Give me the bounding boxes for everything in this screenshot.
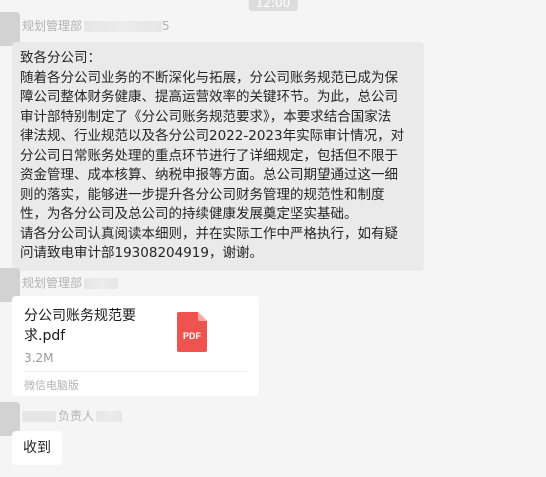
time-badge: 12:00 [248, 0, 298, 11]
file-name: 分公司账务规范要求.pdf [24, 308, 136, 344]
divider [24, 371, 247, 372]
message-bubble[interactable]: 致各分公司： 随着各分公司业务的不断深化与拓展，分公司账务规范已成为保 障公司整… [12, 42, 424, 271]
redacted-name [84, 278, 119, 289]
message-line: 资金管理、成本核算、纳税申报等方面。总公司期望通过这一细 [20, 167, 398, 183]
message-bubble[interactable]: 收到 [12, 431, 62, 465]
message-text: 收到 [23, 440, 51, 456]
message-line: 性，为各分公司及总公司的持续健康发展奠定坚实基础。 [20, 206, 358, 222]
avatar[interactable] [0, 12, 20, 46]
pdf-file-icon: PDF [177, 312, 207, 352]
message-line: 致各分公司： [20, 50, 101, 66]
message-line: 审计部特别制定了《分公司账务规范要求》，本要求结合国家法 [20, 108, 392, 125]
sender-name: 规划管理部 [22, 276, 119, 290]
file-source-label: 微信电脑版 [24, 379, 79, 392]
redacted-name [22, 411, 56, 422]
redacted-name [84, 21, 163, 32]
message-line: 律法规、行业规范以及各分公司2022-2023年实际审计情况，对 [20, 128, 405, 144]
message-line: 分公司日常账务处理的重点环节进行了详细规定，包括但不限于 [20, 147, 398, 164]
file-size: 3.2M [24, 351, 54, 365]
pdf-icon-label: PDF [183, 331, 202, 341]
file-attachment-card[interactable]: 分公司账务规范要求.pdf 3.2M PDF 微信电脑版 [12, 296, 259, 396]
redacted-name [96, 411, 123, 422]
message-line: 问请致电审计部19308204919，谢谢。 [20, 245, 263, 261]
message-line: 随着各分公司业务的不断深化与拓展，分公司账务规范已成为保 [20, 69, 398, 86]
sender-name: 负责人 [22, 409, 123, 423]
message-line: 则的落实，能够进一步提升各分公司财务管理的规范性和制度 [20, 186, 385, 203]
sender-name: 规划管理部 5 [22, 19, 170, 33]
message-line: 障公司整体财务健康、提高运营效率的关键环节。为此，总公司 [20, 89, 398, 105]
message-line: 请各分公司认真阅读本细则，并在实际工作中严格执行，如有疑 [20, 225, 398, 242]
